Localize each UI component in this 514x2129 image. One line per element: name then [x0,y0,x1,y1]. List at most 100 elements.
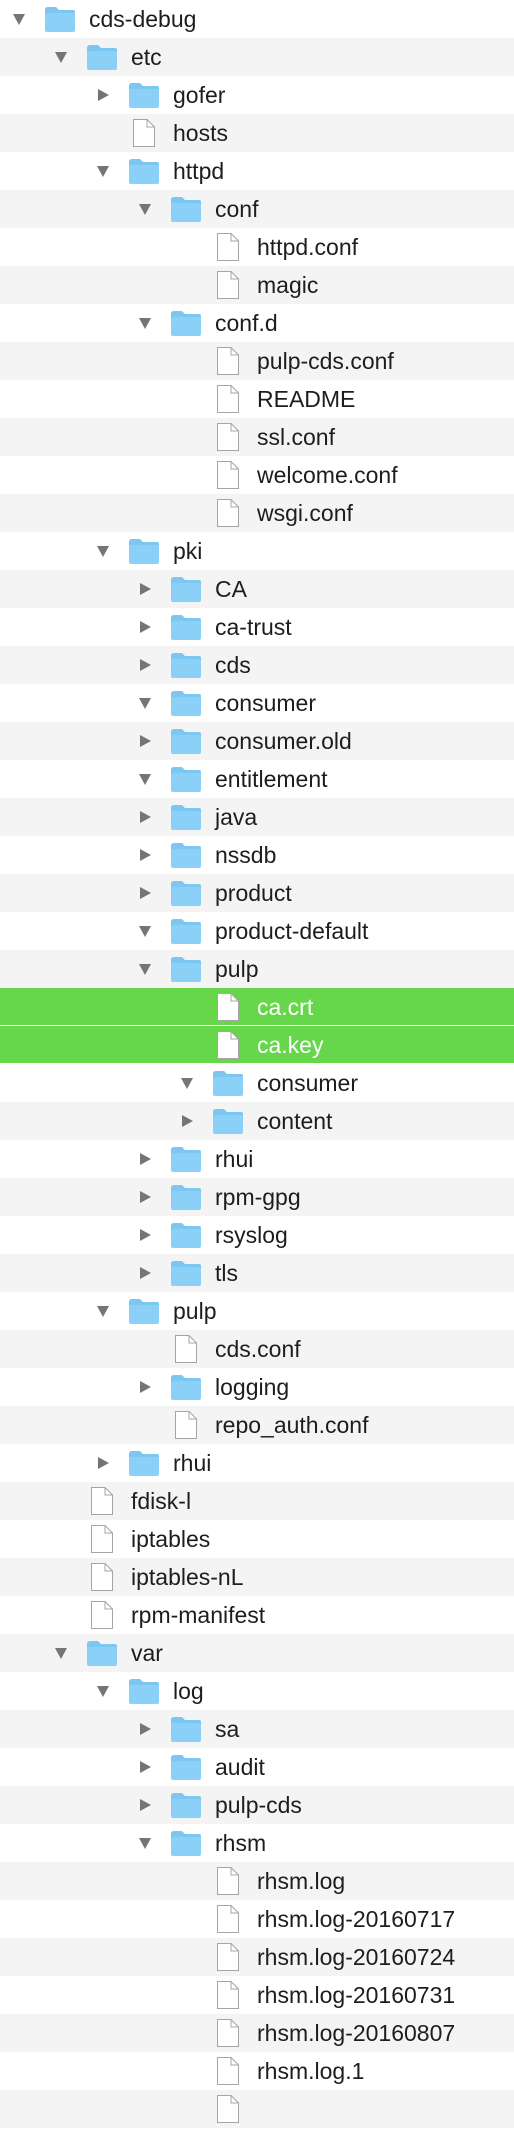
folder-row-httpd[interactable]: httpd [0,152,514,190]
disclosure-triangle-right-icon[interactable] [96,1456,110,1470]
disclosure-triangle-right-icon[interactable] [138,886,152,900]
folder-row-tls[interactable]: tls [0,1254,514,1292]
folder-row-content[interactable]: content [0,1102,514,1140]
disclosure-triangle-down-icon[interactable] [12,12,26,26]
disclosure-triangle-right-icon[interactable] [138,1190,152,1204]
file-row-welcome-conf[interactable]: welcome.conf [0,456,514,494]
file-row-rhsm-log[interactable]: rhsm.log [0,1862,514,1900]
file-row-fdisk-l[interactable]: fdisk-l [0,1482,514,1520]
folder-row-log[interactable]: log [0,1672,514,1710]
folder-row-pulp[interactable]: pulp [0,950,514,988]
folder-row-rhsm[interactable]: rhsm [0,1824,514,1862]
folder-row-ca-trust[interactable]: ca-trust [0,608,514,646]
item-label: nssdb [215,842,277,868]
folder-icon [170,651,202,684]
folder-row-cds[interactable]: cds [0,646,514,684]
folder-row-pulp[interactable]: pulp [0,1292,514,1330]
file-row-readme[interactable]: README [0,380,514,418]
file-row-blank[interactable] [0,2090,514,2128]
file-row-ca-key[interactable]: ca.key [0,1026,514,1064]
file-row-rhsm-log-20160731[interactable]: rhsm.log-20160731 [0,1976,514,2014]
file-row-hosts[interactable]: hosts [0,114,514,152]
folder-row-rsyslog[interactable]: rsyslog [0,1216,514,1254]
folder-row-pki[interactable]: pki [0,532,514,570]
folder-row-sa[interactable]: sa [0,1710,514,1748]
folder-row-conf[interactable]: conf [0,190,514,228]
folder-row-ca[interactable]: CA [0,570,514,608]
item-label: pulp-cds [215,1792,302,1818]
disclosure-triangle-down-icon[interactable] [54,50,68,64]
folder-row-entitlement[interactable]: entitlement [0,760,514,798]
folder-row-product-default[interactable]: product-default [0,912,514,950]
folder-row-nssdb[interactable]: nssdb [0,836,514,874]
file-row-magic[interactable]: magic [0,266,514,304]
folder-row-etc[interactable]: etc [0,38,514,76]
folder-row-pulp-cds[interactable]: pulp-cds [0,1786,514,1824]
disclosure-triangle-down-icon[interactable] [138,924,152,938]
disclosure-triangle-right-icon[interactable] [138,1152,152,1166]
item-label: iptables-nL [131,1564,244,1590]
file-row-ca-crt[interactable]: ca.crt [0,988,514,1026]
file-row-rhsm-log-20160724[interactable]: rhsm.log-20160724 [0,1938,514,1976]
disclosure-triangle-down-icon[interactable] [138,696,152,710]
disclosure-triangle-right-icon[interactable] [138,810,152,824]
file-row-rhsm-log-1[interactable]: rhsm.log.1 [0,2052,514,2090]
disclosure-triangle-right-icon[interactable] [138,1760,152,1774]
file-row-rhsm-log-20160807[interactable]: rhsm.log-20160807 [0,2014,514,2052]
disclosure-triangle-down-icon[interactable] [96,1684,110,1698]
folder-row-logging[interactable]: logging [0,1368,514,1406]
disclosure-triangle-down-icon[interactable] [138,202,152,216]
disclosure-triangle-right-icon[interactable] [138,1722,152,1736]
item-label: conf.d [215,310,278,336]
disclosure-triangle-right-icon[interactable] [138,734,152,748]
disclosure-triangle-down-icon[interactable] [138,316,152,330]
disclosure-triangle-down-icon[interactable] [138,962,152,976]
folder-row-audit[interactable]: audit [0,1748,514,1786]
folder-row-conf-d[interactable]: conf.d [0,304,514,342]
document-icon [216,2094,240,2129]
disclosure-triangle-right-icon[interactable] [180,1114,194,1128]
disclosure-triangle-right-icon[interactable] [138,1798,152,1812]
folder-row-consumer[interactable]: consumer [0,684,514,722]
disclosure-triangle-down-icon[interactable] [54,1646,68,1660]
disclosure-triangle-down-icon[interactable] [180,1076,194,1090]
disclosure-triangle-right-icon[interactable] [138,658,152,672]
file-row-rhsm-log-20160717[interactable]: rhsm.log-20160717 [0,1900,514,1938]
folder-row-consumer[interactable]: consumer [0,1064,514,1102]
folder-row-java[interactable]: java [0,798,514,836]
file-row-httpd-conf[interactable]: httpd.conf [0,228,514,266]
file-row-rpm-manifest[interactable]: rpm-manifest [0,1596,514,1634]
item-label: product [215,880,292,906]
file-row-repo-auth-conf[interactable]: repo_auth.conf [0,1406,514,1444]
item-label: gofer [173,82,226,108]
file-row-pulp-cds-conf[interactable]: pulp-cds.conf [0,342,514,380]
file-row-wsgi-conf[interactable]: wsgi.conf [0,494,514,532]
disclosure-triangle-right-icon[interactable] [96,88,110,102]
file-row-iptables-nl[interactable]: iptables-nL [0,1558,514,1596]
disclosure-triangle-right-icon[interactable] [138,1266,152,1280]
folder-row-cds-debug[interactable]: cds-debug [0,0,514,38]
folder-row-var[interactable]: var [0,1634,514,1672]
disclosure-triangle-right-icon[interactable] [138,582,152,596]
disclosure-triangle-down-icon[interactable] [138,1836,152,1850]
disclosure-triangle-down-icon[interactable] [96,164,110,178]
file-row-ssl-conf[interactable]: ssl.conf [0,418,514,456]
item-label: ca.key [257,1032,324,1058]
document-icon [90,1600,114,1635]
folder-row-rpm-gpg[interactable]: rpm-gpg [0,1178,514,1216]
disclosure-triangle-right-icon[interactable] [138,1380,152,1394]
folder-row-product[interactable]: product [0,874,514,912]
file-row-cds-conf[interactable]: cds.conf [0,1330,514,1368]
disclosure-triangle-down-icon[interactable] [138,772,152,786]
disclosure-triangle-right-icon[interactable] [138,1228,152,1242]
disclosure-triangle-down-icon[interactable] [96,544,110,558]
document-icon [216,1980,240,2015]
folder-row-consumer-old[interactable]: consumer.old [0,722,514,760]
disclosure-triangle-down-icon[interactable] [96,1304,110,1318]
file-row-iptables[interactable]: iptables [0,1520,514,1558]
disclosure-triangle-right-icon[interactable] [138,620,152,634]
disclosure-triangle-right-icon[interactable] [138,848,152,862]
folder-row-rhui[interactable]: rhui [0,1444,514,1482]
folder-row-rhui[interactable]: rhui [0,1140,514,1178]
folder-row-gofer[interactable]: gofer [0,76,514,114]
